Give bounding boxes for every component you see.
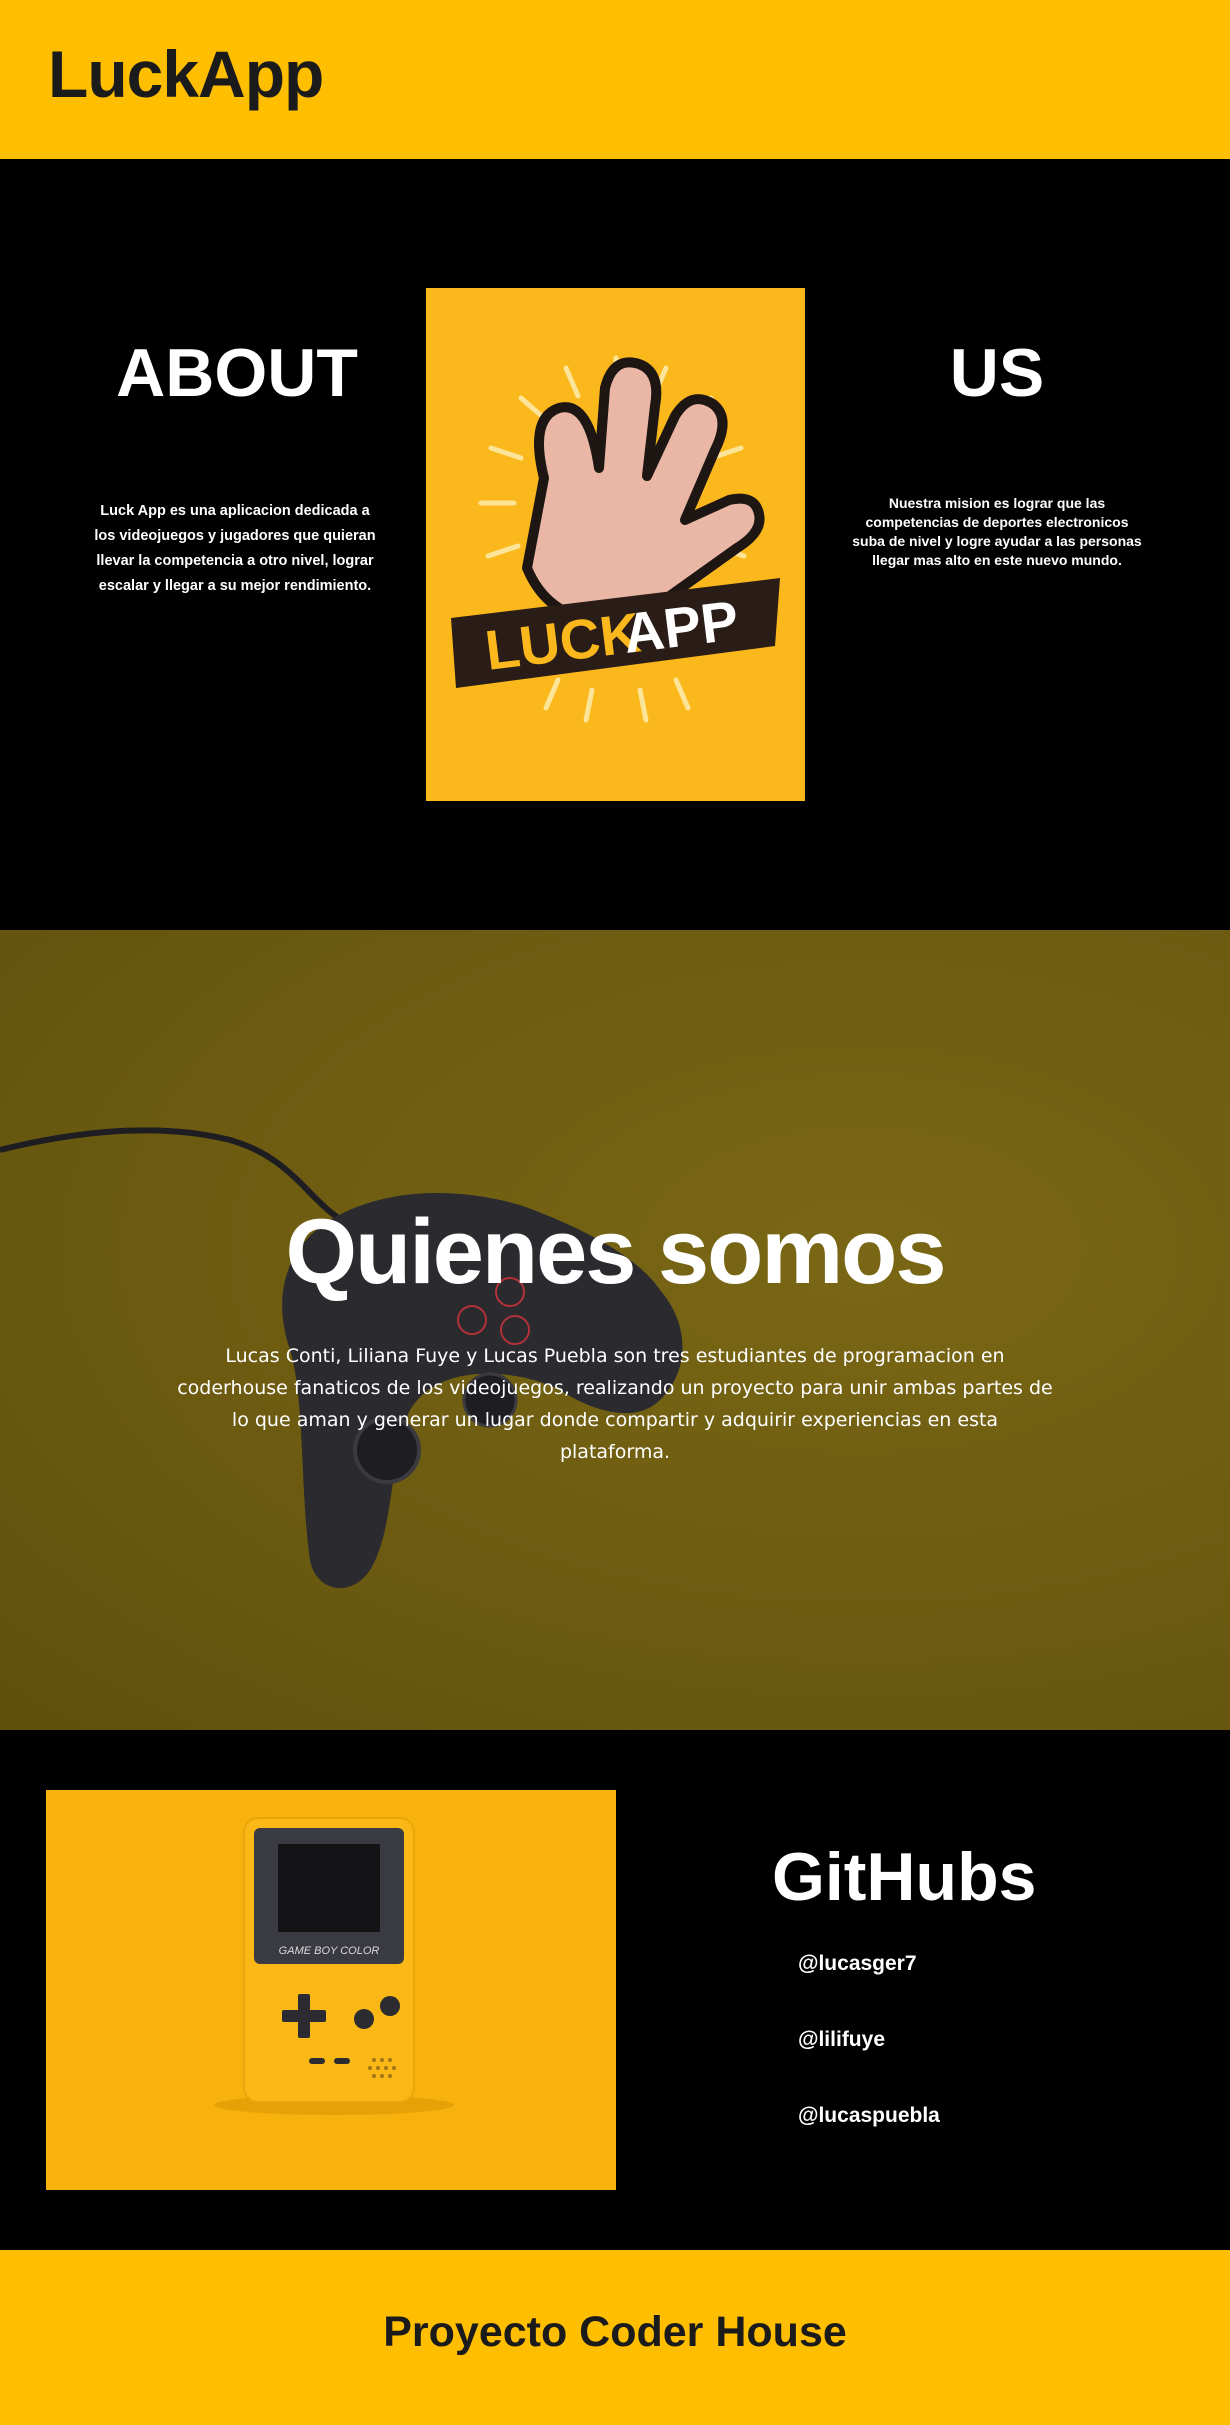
game-controller-icon [0,1127,683,1589]
about-text: Luck App es una aplicacion dedicada a lo… [94,503,376,594]
quienes-somos-section: Quienes somos Lucas Conti, Liliana Fuye … [0,930,1230,1730]
luckapp-logo-image: LUCK APP [426,288,805,801]
github-link-lilifuye[interactable]: @lilifuye [798,2028,885,2052]
quienes-title: Quienes somos [285,1201,946,1303]
about-section: ABOUT Luck App es una aplicacion dedicad… [0,159,1230,930]
github-link-lucaspuebla[interactable]: @lucaspuebla [798,2104,940,2128]
brand-link[interactable]: LuckApp [48,36,324,112]
site-footer: Proyecto Coder House [0,2250,1230,2425]
about-title: ABOUT [116,335,358,411]
us-title: US [949,335,1045,411]
mission-text: Nuestra mision es lograr que las compete… [852,495,1142,568]
github-link-lucasger7[interactable]: @lucasger7 [798,1952,917,1976]
githubs-title: GitHubs [772,1839,1037,1915]
footer-text: Proyecto Coder House [383,2308,847,2356]
hand-logo-icon: LUCK APP [426,288,805,801]
github-section: GAME BOY COLOR GitHubs @lucasger7 @lilif… [0,1730,1230,2250]
site-header: LuckApp [0,0,1230,159]
quienes-text: Lucas Conti, Liliana Fuye y Lucas Puebla… [177,1345,1053,1463]
svg-text:GAME BOY COLOR: GAME BOY COLOR [279,1945,380,1957]
